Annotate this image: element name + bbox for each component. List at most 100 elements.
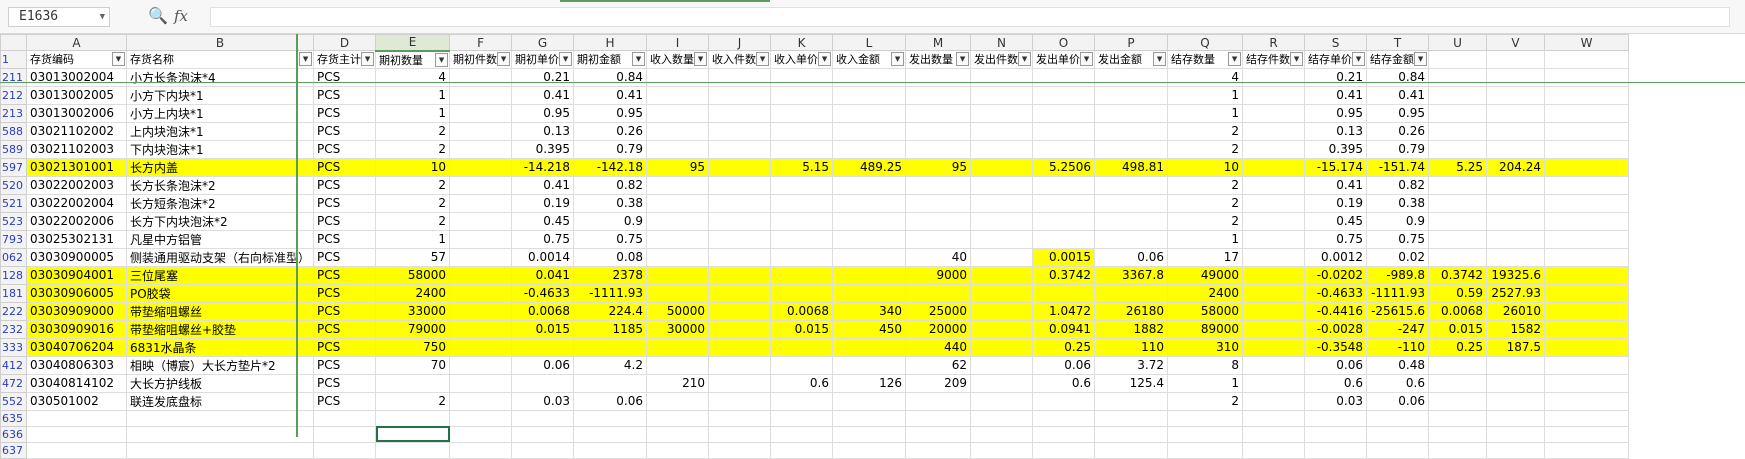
cell[interactable]: 17 xyxy=(1167,247,1244,267)
filter-dropdown-icon[interactable]: ▼ xyxy=(818,52,832,66)
cell[interactable] xyxy=(970,409,1034,427)
cell[interactable]: 0.95 xyxy=(1366,103,1430,123)
cell[interactable]: 下内块泡沫*1 xyxy=(125,139,315,159)
cell[interactable] xyxy=(1032,211,1096,231)
cell[interactable] xyxy=(1486,441,1546,459)
cell[interactable]: 0.9 xyxy=(1366,211,1430,231)
cell[interactable]: 03030909016 xyxy=(26,319,127,339)
cell[interactable] xyxy=(770,139,834,159)
cell[interactable] xyxy=(1486,247,1546,267)
cell[interactable]: 89000 xyxy=(1167,319,1244,339)
cell[interactable] xyxy=(970,319,1034,339)
cell[interactable] xyxy=(646,229,710,249)
cell[interactable]: 4.2 xyxy=(573,355,648,375)
cell[interactable] xyxy=(708,67,772,87)
cell[interactable]: -1111.93 xyxy=(573,283,648,303)
cell[interactable]: -0.0028 xyxy=(1304,319,1368,339)
column-header-m[interactable]: M xyxy=(905,34,972,51)
cell[interactable] xyxy=(970,193,1034,213)
cell[interactable]: PCS xyxy=(313,355,377,375)
cell[interactable] xyxy=(770,247,834,267)
cell[interactable]: 1 xyxy=(375,229,451,249)
cell[interactable] xyxy=(832,355,907,375)
cell[interactable]: PCS xyxy=(313,373,377,393)
cell[interactable]: 0.02 xyxy=(1366,247,1430,267)
column-header-o[interactable]: O xyxy=(1032,34,1096,51)
cell[interactable]: 0.75 xyxy=(511,229,575,249)
cell[interactable]: 0.13 xyxy=(1304,121,1368,141)
cell[interactable]: 79000 xyxy=(375,319,451,339)
cell[interactable] xyxy=(708,211,772,231)
cell[interactable] xyxy=(1428,425,1488,443)
cell[interactable] xyxy=(449,409,513,427)
column-header-l[interactable]: L xyxy=(832,34,907,51)
cell[interactable]: PCS xyxy=(313,391,377,411)
cell[interactable]: 57 xyxy=(375,247,451,267)
cell[interactable] xyxy=(1032,121,1096,141)
cell[interactable] xyxy=(1366,409,1430,427)
field-header[interactable]: 收入单价 ▼ xyxy=(770,50,834,69)
cell[interactable] xyxy=(573,337,648,357)
filter-dropdown-icon[interactable]: ▼ xyxy=(956,52,970,66)
cell[interactable]: 0.84 xyxy=(1366,67,1430,87)
cell[interactable]: 0.41 xyxy=(1304,175,1368,195)
cell[interactable]: 相映（博宸）大长方垫片*2 xyxy=(125,355,315,375)
row-number[interactable]: 1 xyxy=(0,50,27,69)
cell[interactable]: 10 xyxy=(1167,157,1244,177)
row-number[interactable]: 062 xyxy=(0,247,27,267)
cell[interactable]: 450 xyxy=(832,319,907,339)
cell[interactable]: 0.25 xyxy=(1032,337,1096,357)
cell[interactable] xyxy=(1242,229,1306,249)
cell[interactable]: 0.25 xyxy=(1428,337,1488,357)
cell[interactable]: 0.0068 xyxy=(511,301,575,321)
cell[interactable]: 4 xyxy=(375,67,451,87)
cell[interactable]: 0.75 xyxy=(573,229,648,249)
cell[interactable]: 125.4 xyxy=(1094,373,1169,393)
cell[interactable] xyxy=(1544,319,1630,339)
cell[interactable] xyxy=(1428,85,1488,105)
cell[interactable] xyxy=(770,441,834,459)
cell[interactable]: 2378 xyxy=(573,265,648,285)
cell[interactable] xyxy=(708,355,772,375)
column-header-r[interactable]: R xyxy=(1242,34,1306,51)
cell[interactable] xyxy=(1242,409,1306,427)
cell[interactable]: 5.15 xyxy=(770,157,834,177)
row-number[interactable]: 636 xyxy=(0,425,27,443)
cell[interactable] xyxy=(905,409,972,427)
cell[interactable] xyxy=(1486,175,1546,195)
column-header-q[interactable]: Q xyxy=(1167,34,1244,51)
cell[interactable] xyxy=(905,441,972,459)
cell[interactable]: 0.79 xyxy=(573,139,648,159)
cell[interactable] xyxy=(1094,425,1169,443)
cell[interactable]: -247 xyxy=(1366,319,1430,339)
cell[interactable]: PCS xyxy=(313,211,377,231)
cell[interactable]: PCS xyxy=(313,85,377,105)
cell[interactable] xyxy=(313,441,377,459)
cell[interactable] xyxy=(708,283,772,303)
cell[interactable] xyxy=(970,175,1034,195)
cell[interactable] xyxy=(1094,175,1169,195)
cell[interactable]: 03022002006 xyxy=(26,211,127,231)
cell[interactable]: 2 xyxy=(375,121,451,141)
cell[interactable] xyxy=(708,425,772,443)
cell[interactable]: 0.41 xyxy=(511,85,575,105)
cell[interactable] xyxy=(770,409,834,427)
cell[interactable]: 340 xyxy=(832,301,907,321)
cell[interactable] xyxy=(708,319,772,339)
cell[interactable] xyxy=(1032,425,1096,443)
cell[interactable]: 0.48 xyxy=(1366,355,1430,375)
cell[interactable] xyxy=(1242,157,1306,177)
cell[interactable]: 长方内盖 xyxy=(125,157,315,177)
cell[interactable] xyxy=(905,67,972,87)
cell[interactable] xyxy=(1242,337,1306,357)
column-header-n[interactable]: N xyxy=(970,34,1034,51)
cell[interactable] xyxy=(1242,193,1306,213)
cell[interactable]: 0.03 xyxy=(511,391,575,411)
cell[interactable]: 110 xyxy=(1094,337,1169,357)
row-number[interactable]: 521 xyxy=(0,193,27,213)
cell[interactable]: 33000 xyxy=(375,301,451,321)
cell[interactable] xyxy=(1486,139,1546,159)
cell[interactable] xyxy=(1428,229,1488,249)
cell[interactable]: 0.26 xyxy=(573,121,648,141)
field-header[interactable]: 期初数量 ▼ xyxy=(375,50,451,69)
